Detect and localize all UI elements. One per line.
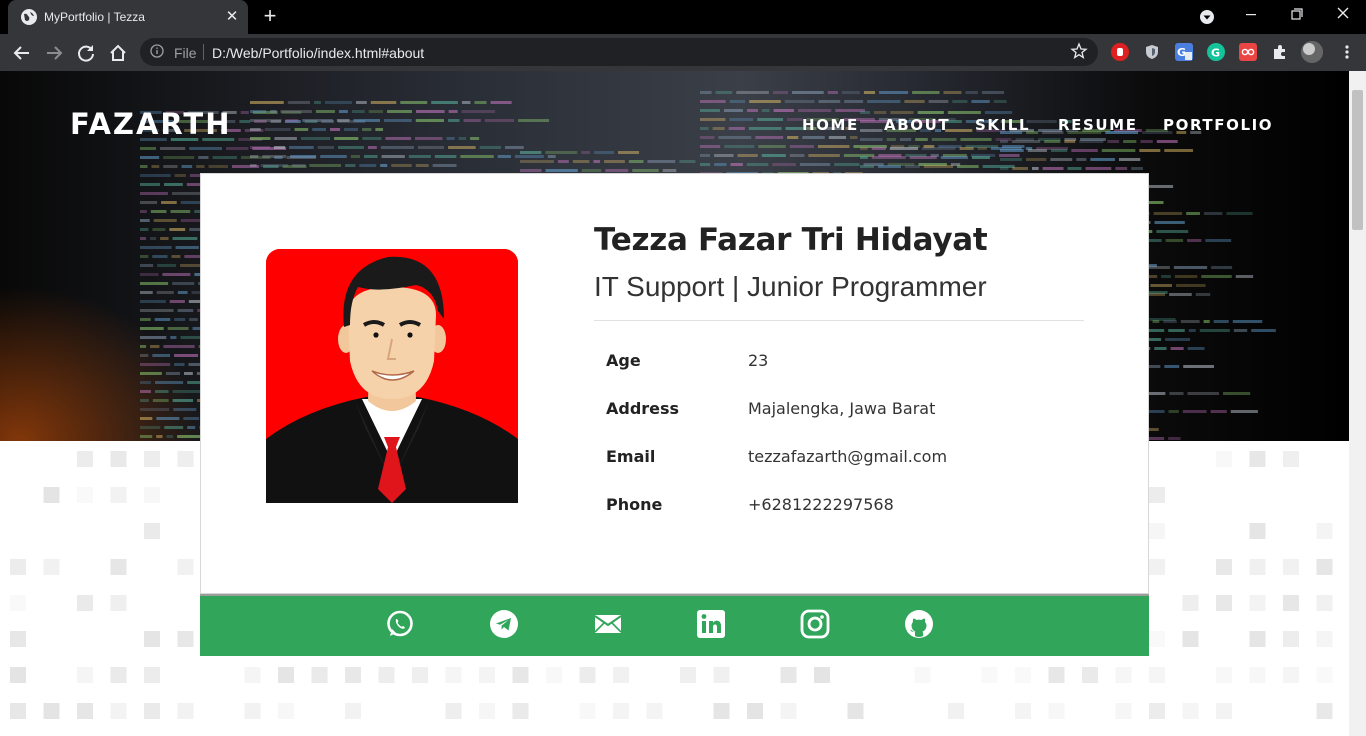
restore-icon[interactable] [1274, 0, 1320, 34]
profile-name: Tezza Fazar Tri Hidayat [594, 222, 988, 258]
back-icon[interactable] [8, 39, 36, 67]
instagram-icon[interactable] [800, 609, 830, 639]
profile-avatar[interactable] [1301, 41, 1323, 63]
browser-tab-strip: MyPortfolio | Tezza ✕ + [0, 0, 1366, 34]
translate-extension-icon[interactable]: G [1175, 43, 1193, 61]
detail-value-address: Majalengka, Jawa Barat [748, 399, 936, 418]
whatsapp-icon[interactable] [385, 609, 415, 639]
site-logo[interactable]: FAZARTH [70, 107, 231, 141]
telegram-icon[interactable] [489, 609, 519, 639]
detail-label-phone: Phone [606, 495, 663, 514]
svg-text:G: G [1211, 47, 1220, 60]
about-card: Tezza Fazar Tri Hidayat IT Support | Jun… [200, 173, 1149, 594]
url-text[interactable]: D:/Web/Portfolio/index.html#about [212, 45, 424, 61]
nav-about[interactable]: ABOUT [884, 116, 950, 134]
browser-toolbar: File D:/Web/Portfolio/index.html#about G… [0, 34, 1366, 71]
detail-label-age: Age [606, 351, 641, 370]
shield-extension-icon[interactable] [1143, 43, 1161, 61]
email-icon[interactable] [593, 609, 623, 639]
url-scheme-label: File [174, 45, 197, 61]
grammarly-extension-icon[interactable]: G [1207, 43, 1225, 61]
nav-resume[interactable]: RESUME [1058, 116, 1138, 134]
reload-icon[interactable] [72, 39, 100, 67]
social-links-bar [200, 594, 1149, 656]
omnibox-separator [203, 44, 204, 60]
close-tab-icon[interactable]: ✕ [222, 7, 242, 27]
bookmark-star-icon[interactable] [1070, 42, 1088, 60]
readlater-extension-icon[interactable] [1239, 43, 1257, 61]
detail-label-address: Address [606, 399, 680, 418]
detail-value-email: tezzafazarth@gmail.com [748, 447, 948, 466]
nav-skill[interactable]: SKILL [975, 116, 1030, 134]
linkedin-icon[interactable] [696, 609, 726, 639]
info-icon[interactable] [150, 44, 164, 58]
address-bar[interactable]: File D:/Web/Portfolio/index.html#about [140, 38, 1098, 66]
forward-icon[interactable] [40, 39, 68, 67]
browser-tab[interactable]: MyPortfolio | Tezza ✕ [8, 0, 248, 34]
profile-dropdown-icon[interactable] [1184, 0, 1230, 34]
nav-home[interactable]: HOME [802, 116, 859, 134]
github-icon[interactable] [904, 609, 934, 639]
page-viewport: FAZARTH HOME ABOUT SKILL RESUME PORTFOLI… [0, 71, 1349, 736]
profile-avatar-illustration [266, 249, 518, 503]
home-icon[interactable] [104, 39, 132, 67]
scrollbar-thumb[interactable] [1352, 90, 1363, 230]
detail-value-phone: +6281222297568 [748, 495, 894, 514]
minimize-icon[interactable] [1228, 0, 1274, 34]
tab-title: MyPortfolio | Tezza [44, 10, 145, 24]
profile-role: IT Support | Junior Programmer [594, 271, 987, 302]
detail-value-age: 23 [748, 351, 769, 370]
close-window-icon[interactable] [1320, 0, 1366, 34]
extensions-puzzle-icon[interactable] [1271, 43, 1289, 61]
svg-text:G: G [1177, 46, 1186, 59]
new-tab-icon[interactable]: + [258, 5, 282, 29]
browser-menu-icon[interactable] [1338, 43, 1356, 61]
page-scrollbar[interactable] [1349, 71, 1366, 736]
profile-divider [594, 320, 1084, 321]
nav-portfolio[interactable]: PORTFOLIO [1163, 116, 1273, 134]
detail-label-email: Email [606, 447, 656, 466]
adblock-extension-icon[interactable] [1111, 43, 1129, 61]
globe-icon [21, 9, 37, 25]
